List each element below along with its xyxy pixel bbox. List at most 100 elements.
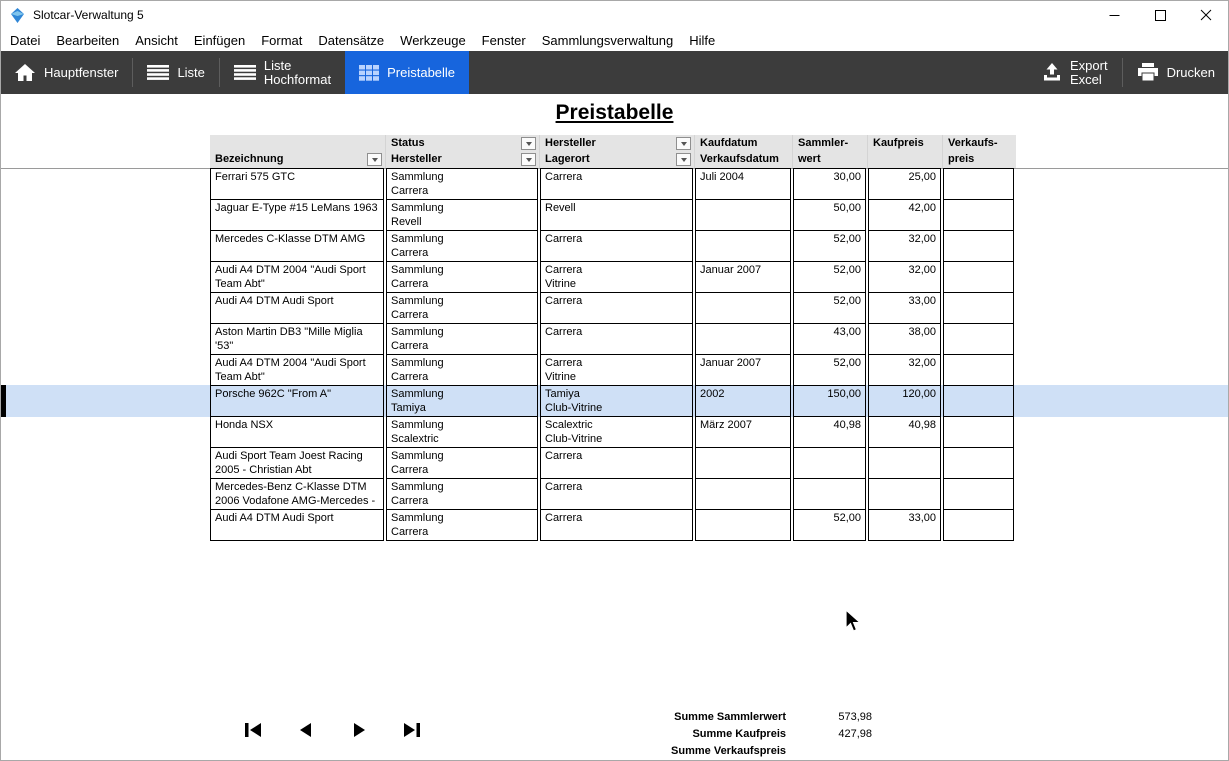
cell-hersteller-lagerort[interactable]: Carrera — [540, 292, 693, 324]
cell-hersteller-lagerort[interactable]: Carrera — [540, 230, 693, 262]
cell-kaufdatum[interactable]: 2002 — [695, 385, 791, 417]
maximize-button[interactable] — [1137, 0, 1183, 30]
cell-hersteller-lagerort[interactable]: Carrera — [540, 478, 693, 510]
cell-kaufpreis[interactable]: 33,00 — [868, 292, 941, 324]
cell-kaufpreis[interactable]: 32,00 — [868, 261, 941, 293]
cell-status-hersteller[interactable]: Sammlung Carrera — [386, 323, 538, 355]
cell-hersteller-lagerort[interactable]: Carrera — [540, 447, 693, 479]
cell-status-hersteller[interactable]: Sammlung Scalextric — [386, 416, 538, 448]
prev-record-button[interactable] — [296, 721, 316, 738]
cell-verkaufspreis[interactable] — [943, 230, 1014, 262]
cell-status-hersteller[interactable]: Sammlung Carrera — [386, 261, 538, 293]
close-button[interactable] — [1183, 0, 1229, 30]
cell-kaufpreis[interactable]: 120,00 — [868, 385, 941, 417]
cell-kaufpreis[interactable]: 38,00 — [868, 323, 941, 355]
cell-sammlerwert[interactable] — [793, 447, 866, 479]
cell-verkaufspreis[interactable] — [943, 354, 1014, 386]
cell-sammlerwert[interactable]: 30,00 — [793, 168, 866, 200]
cell-bezeichnung[interactable]: Audi A4 DTM 2004 "Audi Sport Team Abt" — [210, 354, 384, 386]
cell-kaufpreis[interactable]: 25,00 — [868, 168, 941, 200]
menu-item-werkzeuge[interactable]: Werkzeuge — [392, 33, 474, 48]
cell-status-hersteller[interactable]: Sammlung Carrera — [386, 509, 538, 541]
cell-kaufpreis[interactable]: 40,98 — [868, 416, 941, 448]
cell-sammlerwert[interactable] — [793, 478, 866, 510]
toolbar-drucken-button[interactable]: Drucken — [1123, 51, 1229, 94]
menu-item-datei[interactable]: Datei — [2, 33, 48, 48]
cell-verkaufspreis[interactable] — [943, 416, 1014, 448]
cell-bezeichnung[interactable]: Audi A4 DTM Audi Sport — [210, 509, 384, 541]
cell-kaufdatum[interactable] — [695, 509, 791, 541]
filter-dropdown-bezeichnung[interactable] — [367, 153, 382, 166]
cell-sammlerwert[interactable]: 43,00 — [793, 323, 866, 355]
cell-kaufdatum[interactable]: Juli 2004 — [695, 168, 791, 200]
cell-hersteller-lagerort[interactable]: Carrera Vitrine — [540, 354, 693, 386]
cell-bezeichnung[interactable]: Jaguar E-Type #15 LeMans 1963 — [210, 199, 384, 231]
cell-verkaufspreis[interactable] — [943, 509, 1014, 541]
cell-sammlerwert[interactable]: 150,00 — [793, 385, 866, 417]
toolbar-preistabelle-button[interactable]: Preistabelle — [345, 51, 469, 94]
menu-item-datensaetze[interactable]: Datensätze — [310, 33, 392, 48]
cell-kaufdatum[interactable]: Januar 2007 — [695, 354, 791, 386]
toolbar-hauptfenster-button[interactable]: Hauptfenster — [0, 51, 132, 94]
cell-sammlerwert[interactable]: 52,00 — [793, 509, 866, 541]
menu-item-sammlungsverwaltung[interactable]: Sammlungsverwaltung — [534, 33, 682, 48]
cell-status-hersteller[interactable]: Sammlung Carrera — [386, 230, 538, 262]
filter-dropdown-lagerort[interactable] — [676, 153, 691, 166]
toolbar-liste-hochformat-button[interactable]: Liste Hochformat — [220, 51, 345, 94]
cell-status-hersteller[interactable]: Sammlung Revell — [386, 199, 538, 231]
cell-kaufdatum[interactable] — [695, 292, 791, 324]
first-record-button[interactable] — [243, 721, 263, 738]
cell-verkaufspreis[interactable] — [943, 478, 1014, 510]
cell-sammlerwert[interactable]: 52,00 — [793, 261, 866, 293]
cell-bezeichnung[interactable]: Audi Sport Team Joest Racing 2005 - Chri… — [210, 447, 384, 479]
cell-kaufdatum[interactable] — [695, 230, 791, 262]
cell-verkaufspreis[interactable] — [943, 199, 1014, 231]
cell-status-hersteller[interactable]: Sammlung Carrera — [386, 354, 538, 386]
cell-verkaufspreis[interactable] — [943, 261, 1014, 293]
cell-verkaufspreis[interactable] — [943, 168, 1014, 200]
next-record-button[interactable] — [349, 721, 369, 738]
cell-kaufpreis[interactable]: 32,00 — [868, 354, 941, 386]
cell-bezeichnung[interactable]: Audi A4 DTM Audi Sport — [210, 292, 384, 324]
cell-sammlerwert[interactable]: 52,00 — [793, 292, 866, 324]
cell-kaufdatum[interactable]: Januar 2007 — [695, 261, 791, 293]
cell-status-hersteller[interactable]: Sammlung Tamiya — [386, 385, 538, 417]
toolbar-export-excel-button[interactable]: Export Excel — [1028, 51, 1122, 94]
cell-sammlerwert[interactable]: 50,00 — [793, 199, 866, 231]
minimize-button[interactable] — [1091, 0, 1137, 30]
cell-bezeichnung[interactable]: Mercedes-Benz C-Klasse DTM 2006 Vodafone… — [210, 478, 384, 510]
cell-kaufdatum[interactable] — [695, 323, 791, 355]
cell-kaufpreis[interactable]: 32,00 — [868, 230, 941, 262]
cell-verkaufspreis[interactable] — [943, 447, 1014, 479]
cell-verkaufspreis[interactable] — [943, 292, 1014, 324]
cell-hersteller-lagerort[interactable]: Revell — [540, 199, 693, 231]
cell-kaufpreis[interactable] — [868, 478, 941, 510]
cell-bezeichnung[interactable]: Aston Martin DB3 "Mille Miglia '53" — [210, 323, 384, 355]
cell-status-hersteller[interactable]: Sammlung Carrera — [386, 292, 538, 324]
cell-kaufdatum[interactable] — [695, 478, 791, 510]
cell-hersteller-lagerort[interactable]: Carrera Vitrine — [540, 261, 693, 293]
toolbar-liste-button[interactable]: Liste — [133, 51, 218, 94]
cell-status-hersteller[interactable]: Sammlung Carrera — [386, 447, 538, 479]
filter-dropdown-status[interactable] — [521, 137, 536, 150]
cell-verkaufspreis[interactable] — [943, 385, 1014, 417]
cell-kaufdatum[interactable] — [695, 199, 791, 231]
cell-bezeichnung[interactable]: Mercedes C-Klasse DTM AMG — [210, 230, 384, 262]
cell-hersteller-lagerort[interactable]: Scalextric Club-Vitrine — [540, 416, 693, 448]
cell-bezeichnung[interactable]: Honda NSX — [210, 416, 384, 448]
cell-kaufpreis[interactable] — [868, 447, 941, 479]
cell-kaufdatum[interactable] — [695, 447, 791, 479]
menu-item-bearbeiten[interactable]: Bearbeiten — [48, 33, 127, 48]
cell-kaufpreis[interactable]: 33,00 — [868, 509, 941, 541]
cell-hersteller-lagerort[interactable]: Carrera — [540, 323, 693, 355]
cell-status-hersteller[interactable]: Sammlung Carrera — [386, 478, 538, 510]
cell-sammlerwert[interactable]: 52,00 — [793, 354, 866, 386]
cell-sammlerwert[interactable]: 52,00 — [793, 230, 866, 262]
cell-status-hersteller[interactable]: Sammlung Carrera — [386, 168, 538, 200]
cell-bezeichnung[interactable]: Ferrari 575 GTC — [210, 168, 384, 200]
menu-item-ansicht[interactable]: Ansicht — [127, 33, 186, 48]
cell-sammlerwert[interactable]: 40,98 — [793, 416, 866, 448]
cell-kaufdatum[interactable]: März 2007 — [695, 416, 791, 448]
cell-verkaufspreis[interactable] — [943, 323, 1014, 355]
menu-item-einfuegen[interactable]: Einfügen — [186, 33, 253, 48]
